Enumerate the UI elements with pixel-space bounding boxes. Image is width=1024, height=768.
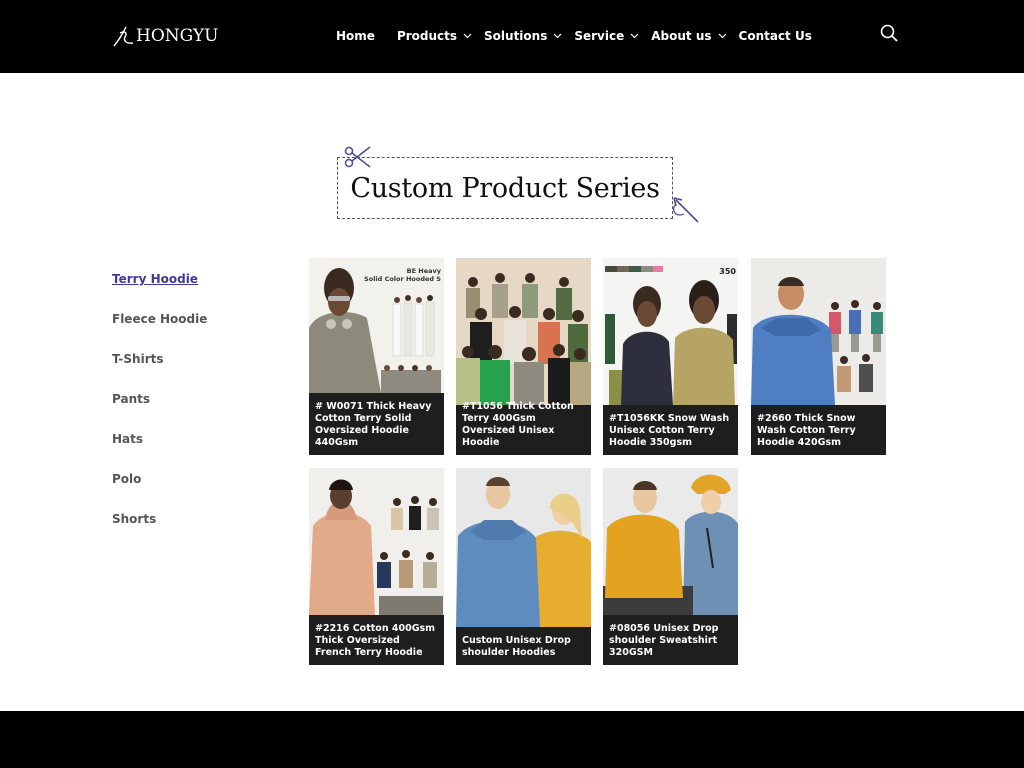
product-caption: #T1056KK Snow Wash Unisex Cotton Terry H…	[609, 413, 730, 448]
svg-text:BE Heavy: BE Heavy	[407, 267, 442, 275]
product-caption: #2660 Thick Snow Wash Cotton Terry Hoodi…	[757, 413, 856, 448]
image-badge-text: 350	[719, 267, 736, 276]
product-image: 350	[603, 258, 738, 405]
nav-contact-us-label: Contact Us	[738, 29, 812, 43]
sidebar-item-fleece-hoodie[interactable]: Fleece Hoodie	[112, 311, 262, 351]
sidebar-item-polo[interactable]: Polo	[112, 471, 262, 511]
nav-products-label: Products	[396, 29, 458, 43]
category-sidebar: Terry Hoodie Fleece Hoodie T-Shirts Pant…	[112, 271, 262, 551]
product-card[interactable]: #08056 Unisex Drop shoulder Sweatshirt 3…	[603, 468, 738, 665]
nav-home-label: Home	[336, 29, 375, 43]
chevron-down-icon	[718, 33, 726, 39]
brand-logo[interactable]: HONGYU	[112, 24, 218, 48]
top-navigation-bar: HONGYU Home Products Solutions Service A…	[0, 0, 1024, 73]
chevron-down-icon	[463, 33, 472, 39]
product-image	[456, 258, 591, 405]
footer-bar	[0, 711, 1024, 768]
product-card[interactable]: #2216 Cotton 400Gsm Thick Oversized Fren…	[309, 468, 444, 665]
sidebar-item-hats[interactable]: Hats	[112, 431, 262, 471]
chevron-down-icon	[553, 33, 562, 39]
sidebar-item-shorts[interactable]: Shorts	[112, 511, 262, 551]
nav-solutions[interactable]: Solutions	[484, 29, 562, 43]
nav-home[interactable]: Home	[336, 29, 375, 43]
product-caption: Custom Unisex Drop shoulder Hoodies	[462, 635, 571, 658]
sidebar-item-t-shirts[interactable]: T-Shirts	[112, 351, 262, 391]
product-card[interactable]: Custom Unisex Drop shoulder Hoodies	[456, 468, 591, 665]
nav-service[interactable]: Service	[574, 29, 639, 43]
product-image	[456, 468, 591, 627]
product-card[interactable]: BE Heavy Solid Color Hooded S # W0071 Th…	[309, 258, 444, 455]
product-caption: # W0071 Thick Heavy Cotton Terry Solid O…	[315, 401, 432, 448]
section-title-frame: Custom Product Series	[337, 157, 673, 219]
nav-service-label: Service	[574, 29, 625, 43]
product-image	[309, 468, 444, 615]
sidebar-item-terry-hoodie[interactable]: Terry Hoodie	[112, 271, 262, 311]
nav-about-us[interactable]: About us	[651, 29, 726, 43]
product-image: BE Heavy Solid Color Hooded S	[309, 258, 444, 393]
svg-text:Solid Color Hooded S: Solid Color Hooded S	[364, 275, 441, 283]
product-caption: #2216 Cotton 400Gsm Thick Oversized Fren…	[315, 623, 436, 658]
product-card[interactable]: #2660 Thick Snow Wash Cotton Terry Hoodi…	[751, 258, 886, 455]
product-caption: #08056 Unisex Drop shoulder Sweatshirt 3…	[609, 623, 719, 658]
main-nav: Home Products Solutions Service About us…	[336, 27, 812, 45]
logo-mark-icon	[113, 26, 134, 47]
product-card[interactable]: 350 #T1056KK Snow Wash Unisex Cotton Ter…	[603, 258, 738, 455]
needle-icon	[672, 197, 699, 223]
logo-text: HONGYU	[136, 26, 219, 46]
product-image	[751, 258, 886, 405]
product-caption: #T1056 Thick Cotton Terry 400Gsm Oversiz…	[462, 401, 574, 448]
chevron-down-icon	[630, 33, 639, 39]
nav-products[interactable]: Products	[397, 29, 472, 43]
nav-about-us-label: About us	[651, 29, 712, 43]
nav-contact-us[interactable]: Contact Us	[739, 29, 812, 43]
product-card[interactable]: #T1056 Thick Cotton Terry 400Gsm Oversiz…	[456, 258, 591, 455]
section-title: Custom Product Series	[350, 172, 660, 204]
nav-solutions-label: Solutions	[484, 29, 548, 43]
sidebar-item-pants[interactable]: Pants	[112, 391, 262, 431]
product-image	[603, 468, 738, 615]
search-icon[interactable]	[880, 24, 898, 42]
